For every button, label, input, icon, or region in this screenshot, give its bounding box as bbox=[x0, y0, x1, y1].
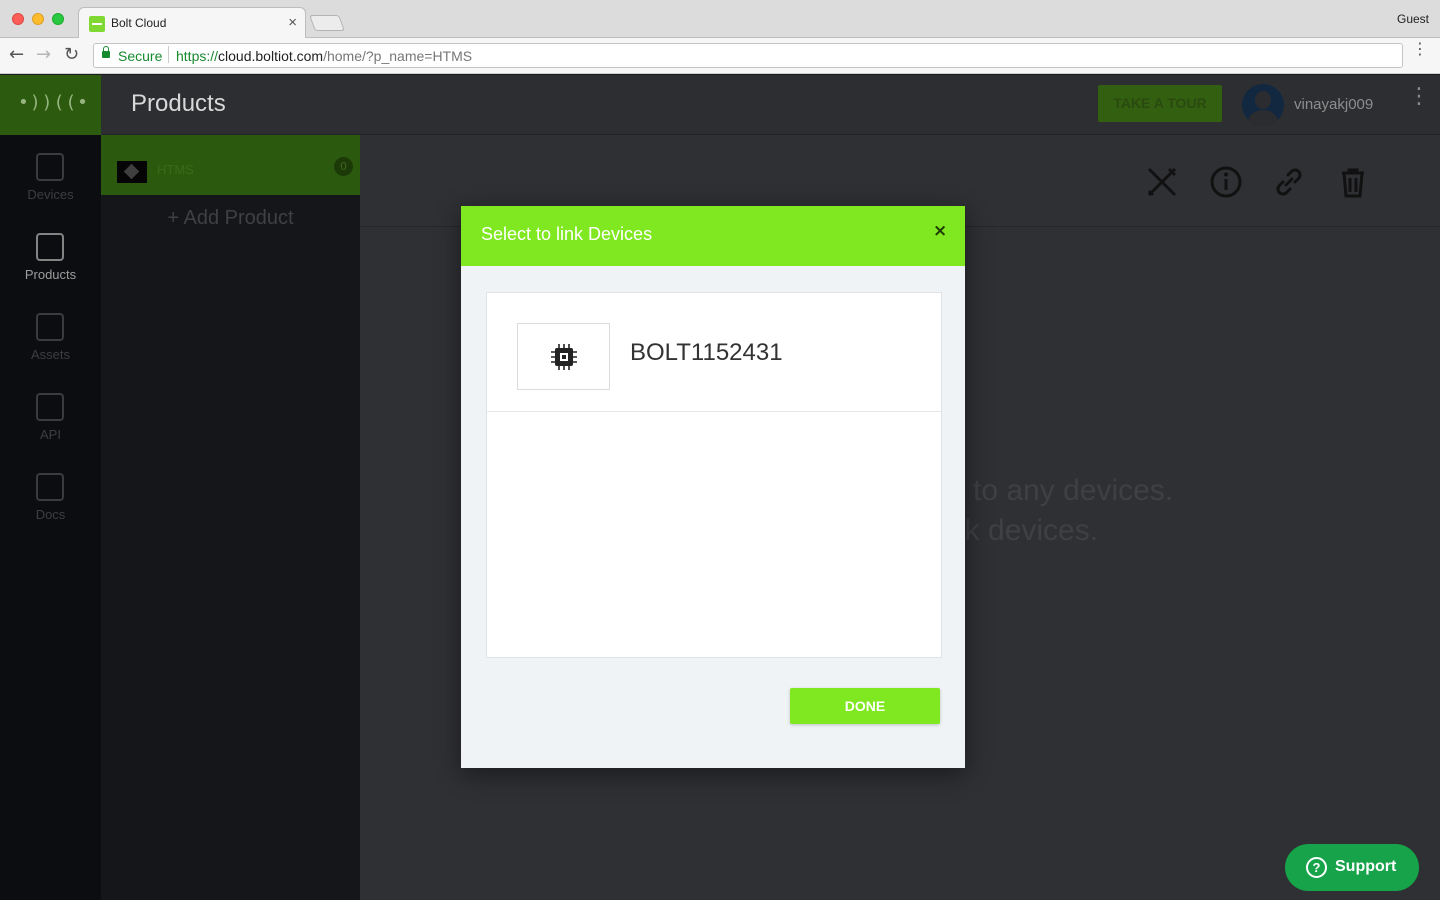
sidebar-item-label: Assets bbox=[30, 347, 70, 362]
document-icon bbox=[36, 473, 64, 501]
product-name: HTMS bbox=[157, 162, 194, 177]
app-menu-icon[interactable]: ⋮ bbox=[1408, 86, 1430, 108]
product-item[interactable]: HTMS 0 bbox=[101, 135, 360, 195]
sidebar: Devices Products Assets API Docs bbox=[0, 135, 101, 900]
modal-header: Select to link Devices × bbox=[461, 206, 965, 266]
no-devices-line-2: nk devices. bbox=[948, 514, 1099, 547]
url-path: /home/?p_name=HTMS bbox=[323, 48, 473, 64]
browser-menu-icon[interactable]: ⋮ bbox=[1412, 41, 1428, 57]
sidebar-item-docs[interactable]: Docs bbox=[0, 465, 101, 545]
new-tab-button[interactable] bbox=[309, 15, 345, 31]
modal-title: Select to link Devices bbox=[481, 224, 653, 244]
bolt-favicon-icon bbox=[89, 16, 105, 32]
username[interactable]: vinayakj009 bbox=[1294, 96, 1373, 113]
back-arrow-icon[interactable]: ← bbox=[9, 44, 24, 65]
product-icon bbox=[117, 161, 147, 183]
no-devices-message: d to any devices. nk devices. bbox=[948, 471, 1173, 551]
close-icon[interactable]: × bbox=[933, 221, 947, 241]
product-list-panel: HTMS 0 + Add Product bbox=[101, 135, 360, 900]
trash-icon[interactable] bbox=[1336, 165, 1370, 199]
minimize-window-button[interactable] bbox=[32, 13, 44, 25]
app-header: •))((• Products TAKE A TOUR vinayakj009 … bbox=[0, 75, 1440, 135]
support-label: Support bbox=[1335, 858, 1397, 875]
lock-icon bbox=[102, 46, 110, 58]
device-name: BOLT1152431 bbox=[630, 339, 783, 366]
sidebar-item-api[interactable]: API bbox=[0, 385, 101, 465]
bolt-logo[interactable]: •))((• bbox=[0, 75, 101, 135]
chip-icon bbox=[36, 153, 64, 181]
sidebar-item-devices[interactable]: Devices bbox=[0, 145, 101, 225]
device-chip-thumbnail bbox=[517, 323, 610, 390]
link-devices-modal: Select to link Devices × BOLT1152431 DON… bbox=[461, 206, 965, 768]
url-scheme: https:// bbox=[176, 48, 219, 64]
profile-label[interactable]: Guest bbox=[1397, 12, 1429, 26]
tab-title: Bolt Cloud bbox=[111, 16, 167, 30]
page-title: Products bbox=[131, 90, 226, 117]
api-icon bbox=[36, 393, 64, 421]
question-icon: ? bbox=[1306, 857, 1327, 878]
configure-tools-icon[interactable] bbox=[1145, 165, 1179, 199]
close-window-button[interactable] bbox=[12, 13, 24, 25]
address-bar[interactable]: Secure https://cloud.boltiot.com/home/?p… bbox=[93, 43, 1403, 68]
sidebar-item-products[interactable]: Products bbox=[0, 225, 101, 305]
sidebar-item-label: Docs bbox=[35, 507, 66, 522]
product-device-count-badge: 0 bbox=[334, 157, 353, 176]
sidebar-item-assets[interactable]: Assets bbox=[0, 305, 101, 385]
url-separator bbox=[168, 46, 169, 63]
device-list: BOLT1152431 bbox=[486, 292, 942, 658]
done-button[interactable]: DONE bbox=[790, 688, 940, 724]
browser-tab[interactable]: Bolt Cloud × bbox=[78, 7, 306, 38]
sidebar-item-label: Devices bbox=[27, 187, 74, 202]
device-list-item[interactable]: BOLT1152431 bbox=[487, 293, 941, 412]
no-devices-line-1: d to any devices. bbox=[948, 474, 1174, 507]
browser-toolbar: ← → ↻ Secure https://cloud.boltiot.com/h… bbox=[0, 38, 1440, 74]
maximize-window-button[interactable] bbox=[52, 13, 64, 25]
bolt-logo-icon: •))((• bbox=[18, 92, 90, 113]
support-button[interactable]: ? Support bbox=[1285, 844, 1419, 891]
url-text[interactable]: https://cloud.boltiot.com/home/?p_name=H… bbox=[176, 48, 472, 64]
browser-tab-bar: Bolt Cloud × Guest bbox=[0, 0, 1440, 38]
secure-label: Secure bbox=[118, 48, 163, 64]
sidebar-item-label: Products bbox=[24, 267, 77, 282]
url-host: cloud.boltiot.com bbox=[218, 48, 324, 64]
chip-icon bbox=[551, 344, 577, 370]
tab-close-icon[interactable]: × bbox=[288, 14, 297, 31]
info-icon[interactable] bbox=[1209, 165, 1243, 199]
user-avatar[interactable] bbox=[1242, 84, 1284, 126]
add-product-button[interactable]: + Add Product bbox=[101, 207, 360, 230]
forward-arrow-icon[interactable]: → bbox=[36, 44, 51, 65]
drive-icon bbox=[36, 233, 64, 261]
take-a-tour-button[interactable]: TAKE A TOUR bbox=[1098, 85, 1222, 122]
link-icon[interactable] bbox=[1272, 165, 1306, 199]
sidebar-item-label: API bbox=[40, 427, 61, 442]
image-icon bbox=[36, 313, 64, 341]
reload-icon[interactable]: ↻ bbox=[64, 44, 79, 65]
